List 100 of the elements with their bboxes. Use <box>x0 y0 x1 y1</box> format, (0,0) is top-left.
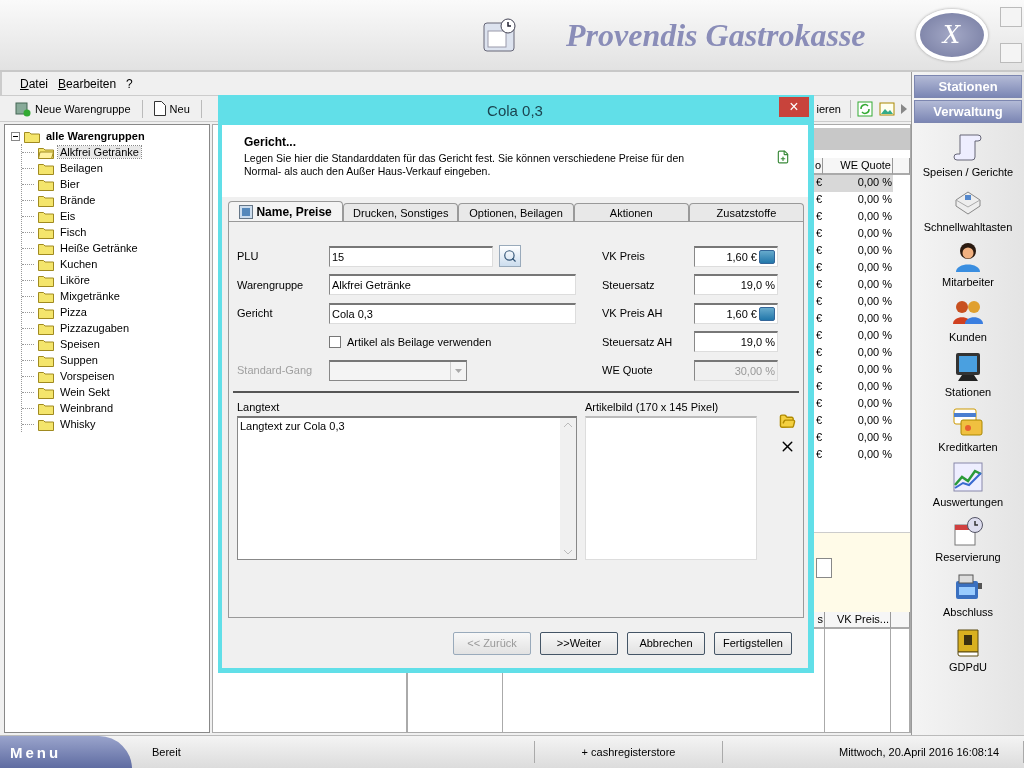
input-field[interactable]: 19,0 % <box>694 331 778 353</box>
sidebar-item[interactable]: Reservierung <box>935 551 1001 563</box>
tab[interactable]: Name, Preise <box>228 201 344 221</box>
sidebar-item[interactable]: Speisen / Gerichte <box>922 166 1014 178</box>
sidebar-item[interactable]: Abschluss <box>942 606 994 618</box>
dropdown[interactable] <box>329 359 467 381</box>
scroll-icon[interactable] <box>952 131 984 163</box>
tree-item[interactable]: Eis <box>58 210 78 222</box>
dialog-title: Cola 0,3 <box>487 101 543 119</box>
tree-item[interactable]: alle Warengruppen <box>44 130 147 142</box>
close-button[interactable]: × <box>779 97 809 117</box>
folder-icon <box>38 273 54 287</box>
input-field[interactable]: Cola 0,3 <box>329 302 576 324</box>
folder-icon <box>38 225 54 239</box>
field-label: PLU <box>237 250 260 263</box>
tree-item[interactable]: Heiße Getränke <box>58 242 140 254</box>
field-label: WE Quote <box>602 364 654 377</box>
field-label: Steuersatz <box>602 278 656 291</box>
tree-item[interactable]: Fisch <box>58 226 89 238</box>
folder-icon <box>38 241 54 255</box>
column-header[interactable]: WE Quote <box>823 158 893 175</box>
image-icon[interactable] <box>879 100 895 117</box>
menu-button[interactable]: Menu <box>0 735 132 768</box>
dialog-heading: Gericht... <box>244 135 297 149</box>
status-text: + cashregisterstore <box>535 741 723 763</box>
tree-item[interactable]: Liköre <box>58 274 92 286</box>
input-field[interactable]: 1,60 € <box>694 302 778 324</box>
folder-icon <box>38 193 54 207</box>
search-icon <box>503 249 517 264</box>
input-field[interactable]: 15 <box>329 245 493 267</box>
tree-item[interactable]: Mixgetränke <box>58 290 122 302</box>
refresh-icon[interactable] <box>857 100 873 117</box>
toolbar-button[interactable]: Neue Warengruppe <box>12 98 134 119</box>
tree-item[interactable]: Vorspeisen <box>58 370 117 382</box>
sidebar-item[interactable]: Kreditkarten <box>938 441 998 453</box>
line-chart-icon[interactable] <box>952 461 984 493</box>
field-label: Warengruppe <box>237 278 305 291</box>
status-text: Bereit <box>132 741 535 763</box>
tab[interactable]: Zusatzstoffe <box>688 203 804 221</box>
menu-item[interactable]: Bearbeiten <box>58 76 117 91</box>
field-label: Langtext <box>237 400 281 413</box>
dropdown-arrow-icon <box>455 368 462 373</box>
sidebar-item[interactable]: Auswertungen <box>932 496 1004 508</box>
input-field[interactable]: 19,0 % <box>694 274 778 296</box>
search-button[interactable] <box>499 245 521 268</box>
input-field[interactable] <box>816 557 832 578</box>
tree-item[interactable]: Bier <box>58 178 82 190</box>
chevron-icon[interactable] <box>901 103 907 114</box>
toolbar-button[interactable]: Neu <box>150 99 193 118</box>
column-header[interactable]: VK Preis... <box>825 612 891 629</box>
group-add-icon <box>15 100 31 117</box>
tree-item[interactable]: Brände <box>58 194 98 206</box>
tree-item[interactable]: Suppen <box>58 354 100 366</box>
tree-item[interactable]: Wein Sekt <box>58 386 112 398</box>
folder-icon <box>38 337 54 351</box>
sidebar-item[interactable]: Kunden <box>949 331 987 343</box>
sidebar-item[interactable]: Schnellwahltasten <box>923 221 1013 233</box>
input-field[interactable]: Alkfrei Getränke <box>329 274 576 296</box>
app-logo: Provendis Gastrokasse <box>566 16 866 54</box>
folder-icon <box>38 161 54 175</box>
tree-item[interactable]: Speisen <box>58 338 102 350</box>
table-cell: 0,00 % <box>823 175 893 192</box>
menu-item[interactable]: ? <box>126 76 133 91</box>
dialog-description: Legen Sie hier die Standarddaten für das Gericht fest. Sie können verschiedene Preise für den Normal- als auch den Außer Haus-Verkauf eingeben. <box>244 152 686 178</box>
tab[interactable]: Aktionen <box>573 203 689 221</box>
new-document-icon <box>776 150 790 164</box>
tree-item[interactable]: Beilagen <box>58 162 105 174</box>
credit-cards-icon[interactable] <box>952 406 984 438</box>
calculator-icon[interactable] <box>759 306 775 321</box>
tree-item[interactable]: Weinbrand <box>58 402 115 414</box>
sidebar-item[interactable]: Mitarbeiter <box>942 276 994 288</box>
menu-item[interactable]: Datei <box>20 76 49 91</box>
field-label: Steuersatz AH <box>602 335 674 348</box>
open-folder-icon <box>38 145 54 159</box>
folder-icon <box>38 305 54 319</box>
tree-item[interactable]: Whisky <box>58 418 98 430</box>
form-icon <box>239 204 254 219</box>
folder-icon <box>38 321 54 335</box>
wizard-button[interactable]: Abbrechen <box>627 631 705 655</box>
sidebar-item[interactable]: Stationen <box>944 386 992 398</box>
folder-icon <box>38 289 54 303</box>
checkbox[interactable]: Artikel als Beilage verwenden <box>329 335 579 348</box>
folder-icon <box>38 401 54 415</box>
collapse-icon[interactable] <box>11 131 20 141</box>
tree-item[interactable]: Kuchen <box>58 258 100 270</box>
tree-item[interactable]: Pizza <box>58 306 89 318</box>
wizard-button[interactable]: >>Weiter <box>540 631 618 655</box>
tree-item[interactable]: Pizzazugaben <box>58 322 132 334</box>
calendar-clock-icon[interactable] <box>952 516 984 548</box>
toolbar-button[interactable]: ieren <box>813 100 844 117</box>
tree-item[interactable]: Alkfrei Getränke <box>58 146 141 158</box>
wizard-button[interactable]: Fertigstellen <box>714 631 792 655</box>
calculator-icon[interactable] <box>759 249 775 264</box>
folder-icon <box>38 353 54 367</box>
open-folder-icon[interactable] <box>779 412 796 430</box>
tab[interactable]: Drucken, Sonstiges <box>343 203 459 221</box>
field-label: Gericht <box>237 307 274 320</box>
tab[interactable]: Optionen, Beilagen <box>458 203 574 221</box>
sidebar-item[interactable]: GDPdU <box>949 661 987 673</box>
input-field[interactable]: 1,60 € <box>694 245 778 267</box>
